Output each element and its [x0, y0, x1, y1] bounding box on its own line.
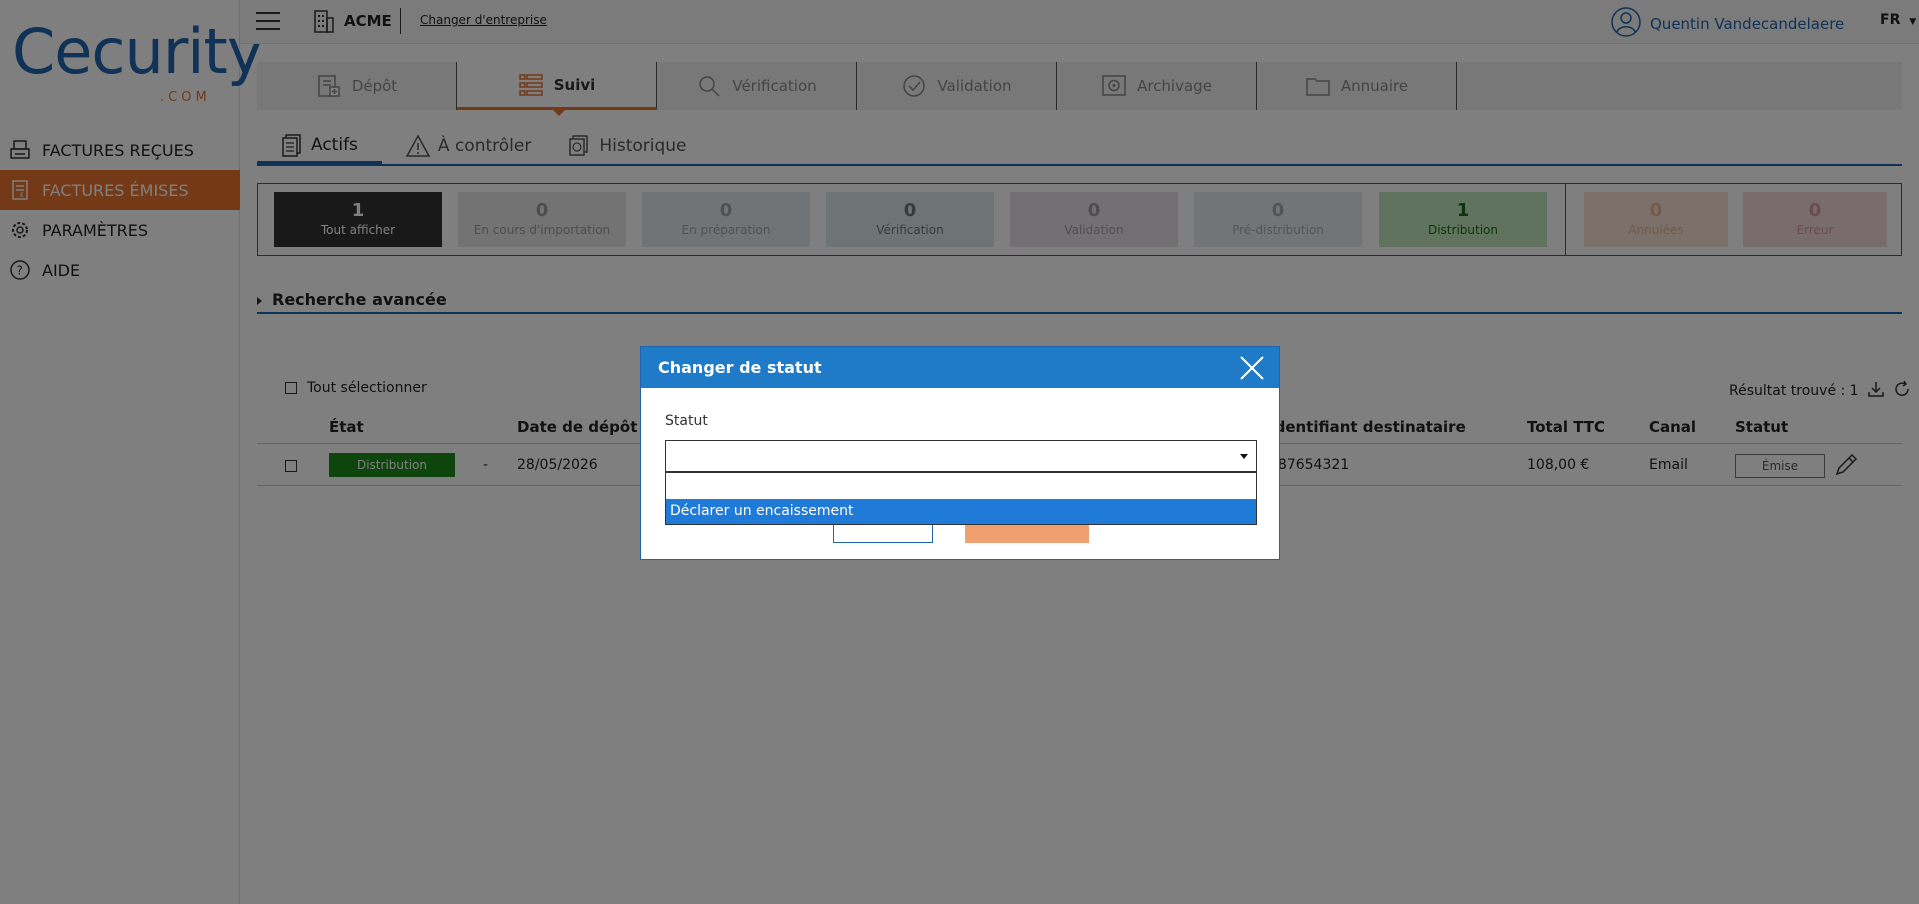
close-icon[interactable]: [1239, 355, 1265, 381]
status-field-label: Statut: [665, 413, 708, 429]
change-status-dialog: Changer de statut Statut Déclarer un enc…: [640, 346, 1280, 560]
status-select[interactable]: [665, 440, 1257, 472]
status-dropdown-list: Déclarer un encaissement: [665, 472, 1257, 525]
dialog-title: Changer de statut: [658, 358, 822, 377]
confirm-button[interactable]: [965, 525, 1089, 543]
dropdown-option-declarer-encaissement[interactable]: Déclarer un encaissement: [666, 499, 1256, 524]
dialog-header: Changer de statut: [641, 347, 1279, 388]
cancel-button[interactable]: [833, 525, 933, 543]
dropdown-option-empty[interactable]: [666, 473, 1256, 499]
chevron-down-icon: [1240, 454, 1248, 459]
